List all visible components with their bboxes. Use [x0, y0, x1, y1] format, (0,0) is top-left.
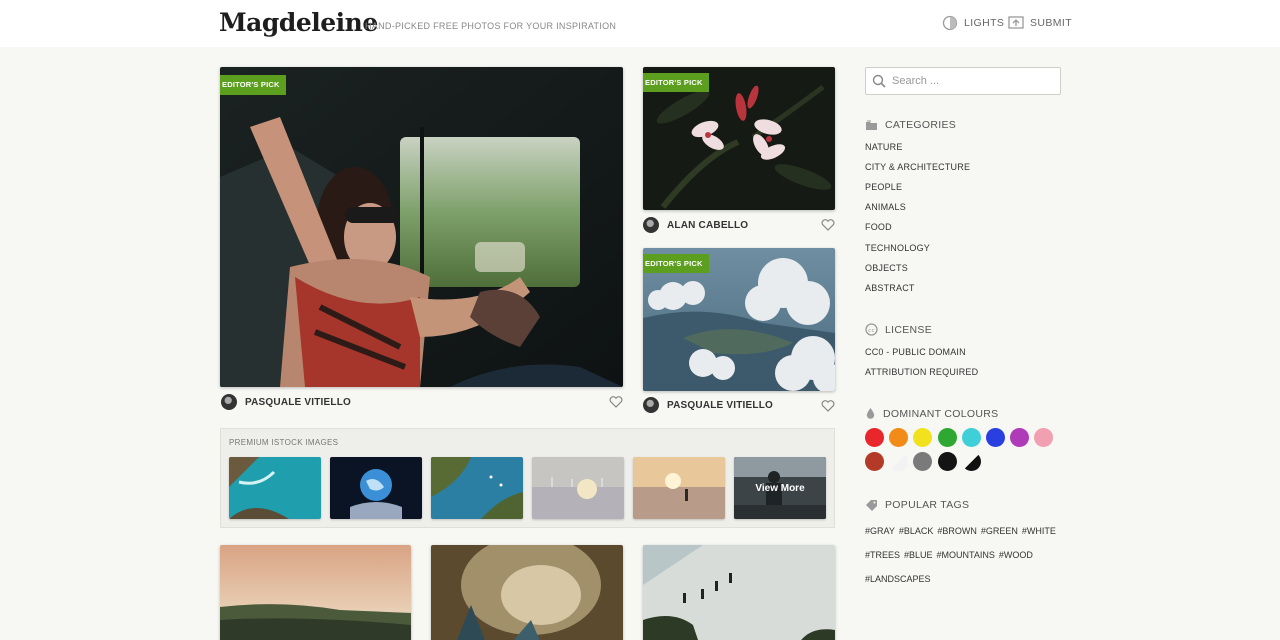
upload-icon	[1008, 16, 1024, 29]
photo-flower[interactable]: EDITOR'S PICK	[643, 67, 835, 210]
search-input[interactable]	[892, 75, 1042, 87]
avatar	[221, 394, 237, 410]
tag-link[interactable]: #BLACK	[899, 526, 934, 536]
category-abstract[interactable]: ABSTRACT	[865, 283, 915, 293]
license-heading: cc LICENSE	[865, 323, 932, 336]
colour-swatch[interactable]	[961, 428, 981, 447]
photo-woman-in-car[interactable]: EDITOR'S PICK	[220, 67, 623, 387]
editors-pick-badge[interactable]: EDITOR'S PICK	[643, 73, 709, 92]
lights-toggle[interactable]: LIGHTS	[942, 15, 1004, 31]
istock-label: PREMIUM ISTOCK IMAGES	[229, 438, 339, 447]
tags-heading: POPULAR TAGS	[865, 499, 969, 511]
istock-thumb-globe-hands[interactable]	[330, 457, 422, 519]
drop-icon	[866, 408, 875, 419]
colour-swatch[interactable]	[865, 452, 884, 471]
colour-swatch[interactable]	[889, 428, 909, 447]
category-city-architecture[interactable]: CITY & ARCHITECTURE	[865, 162, 970, 172]
site-tagline: HAND-PICKED FREE PHOTOS FOR YOUR INSPIRA…	[365, 21, 617, 31]
colour-swatch[interactable]	[913, 428, 933, 447]
categories-heading: CATEGORIES	[865, 119, 956, 131]
categories-title: CATEGORIES	[885, 119, 957, 131]
photo-succulent[interactable]	[431, 545, 623, 640]
colours-title: DOMINANT COLOURS	[883, 407, 999, 420]
istock-thumb-coast-bay[interactable]	[431, 457, 523, 519]
colour-swatch[interactable]	[1010, 428, 1030, 447]
editors-pick-badge[interactable]: EDITOR'S PICK	[220, 75, 286, 95]
submit-link[interactable]: SUBMIT	[1008, 15, 1072, 31]
colour-swatch[interactable]	[986, 428, 1005, 447]
folder-icon	[866, 120, 877, 130]
tags-title: POPULAR TAGS	[885, 499, 970, 511]
tag-link[interactable]: #WOOD	[999, 550, 1033, 560]
istock-premium-strip: PREMIUM ISTOCK IMAGES View More	[220, 428, 835, 528]
tag-link[interactable]: #LANDSCAPES	[865, 574, 931, 584]
heart-icon[interactable]	[821, 400, 835, 412]
photo-credit[interactable]: PASQUALE VITIELLO	[643, 397, 773, 413]
svg-text:cc: cc	[868, 328, 875, 334]
category-people[interactable]: PEOPLE	[865, 182, 902, 192]
colour-swatch[interactable]	[913, 452, 933, 471]
site-logo[interactable]: Magdeleine	[219, 8, 378, 37]
tag-line: #TREES #BLUE #MOUNTAINS #WOOD	[865, 550, 1033, 560]
istock-view-more[interactable]: View More	[734, 457, 826, 519]
colour-swatch[interactable]	[937, 452, 957, 471]
category-food[interactable]: FOOD	[865, 222, 892, 232]
category-technology[interactable]: TECHNOLOGY	[865, 243, 930, 253]
author-name: PASQUALE VITIELLO	[245, 396, 351, 408]
license-attribution[interactable]: ATTRIBUTION REQUIRED	[865, 367, 978, 377]
search-box[interactable]	[865, 67, 1061, 95]
author-name: ALAN CABELLO	[667, 219, 749, 231]
colour-swatch[interactable]	[865, 428, 884, 447]
colour-swatch[interactable]	[889, 452, 909, 471]
tag-line: #GRAY #BLACK #BROWN #GREEN #WHITE	[865, 526, 1056, 536]
tag-line: #LANDSCAPES	[865, 574, 931, 584]
istock-thumb-beach-sunset[interactable]	[633, 457, 725, 519]
category-animals[interactable]: ANIMALS	[865, 202, 906, 212]
tag-link[interactable]: #WHITE	[1022, 526, 1056, 536]
license-cc0[interactable]: CC0 - PUBLIC DOMAIN	[865, 347, 966, 357]
view-more-label: View More	[755, 483, 805, 494]
heart-icon[interactable]	[609, 396, 623, 408]
colour-swatch[interactable]	[961, 452, 981, 471]
lights-icon	[942, 15, 958, 31]
category-objects[interactable]: OBJECTS	[865, 263, 908, 273]
author-name: PASQUALE VITIELLO	[667, 399, 773, 411]
photo-beach-walkers[interactable]	[643, 545, 835, 640]
tag-link[interactable]: #MOUNTAINS	[937, 550, 995, 560]
editors-pick-badge[interactable]: EDITOR'S PICK	[643, 254, 709, 273]
tag-link[interactable]: #BROWN	[937, 526, 977, 536]
istock-thumb-wind-farm[interactable]	[532, 457, 624, 519]
avatar	[643, 397, 659, 413]
colour-swatch[interactable]	[1034, 428, 1054, 447]
search-icon	[872, 74, 886, 88]
tag-link[interactable]: #BLUE	[904, 550, 933, 560]
colours-heading: DOMINANT COLOURS	[865, 407, 998, 420]
istock-thumb-aerial-sea[interactable]	[229, 457, 321, 519]
photo-credit[interactable]: ALAN CABELLO	[643, 217, 748, 233]
photo-woman-in-car-image	[220, 67, 623, 387]
site-header: Magdeleine HAND-PICKED FREE PHOTOS FOR Y…	[0, 0, 1280, 47]
photo-sunset-hills[interactable]	[220, 545, 411, 640]
tag-link[interactable]: #GRAY	[865, 526, 895, 536]
heart-icon[interactable]	[821, 219, 835, 231]
license-title: LICENSE	[885, 323, 933, 336]
cc-license-icon: cc	[865, 323, 878, 336]
photo-coast-clouds[interactable]: EDITOR'S PICK	[643, 248, 835, 391]
colour-swatch[interactable]	[937, 428, 957, 447]
photo-credit[interactable]: PASQUALE VITIELLO	[221, 394, 351, 410]
tag-icon	[866, 500, 877, 511]
tag-link[interactable]: #TREES	[865, 550, 900, 560]
tag-link[interactable]: #GREEN	[981, 526, 1018, 536]
avatar	[643, 217, 659, 233]
category-nature[interactable]: NATURE	[865, 142, 903, 152]
lights-label: LIGHTS	[964, 17, 1005, 29]
submit-label: SUBMIT	[1030, 17, 1073, 29]
